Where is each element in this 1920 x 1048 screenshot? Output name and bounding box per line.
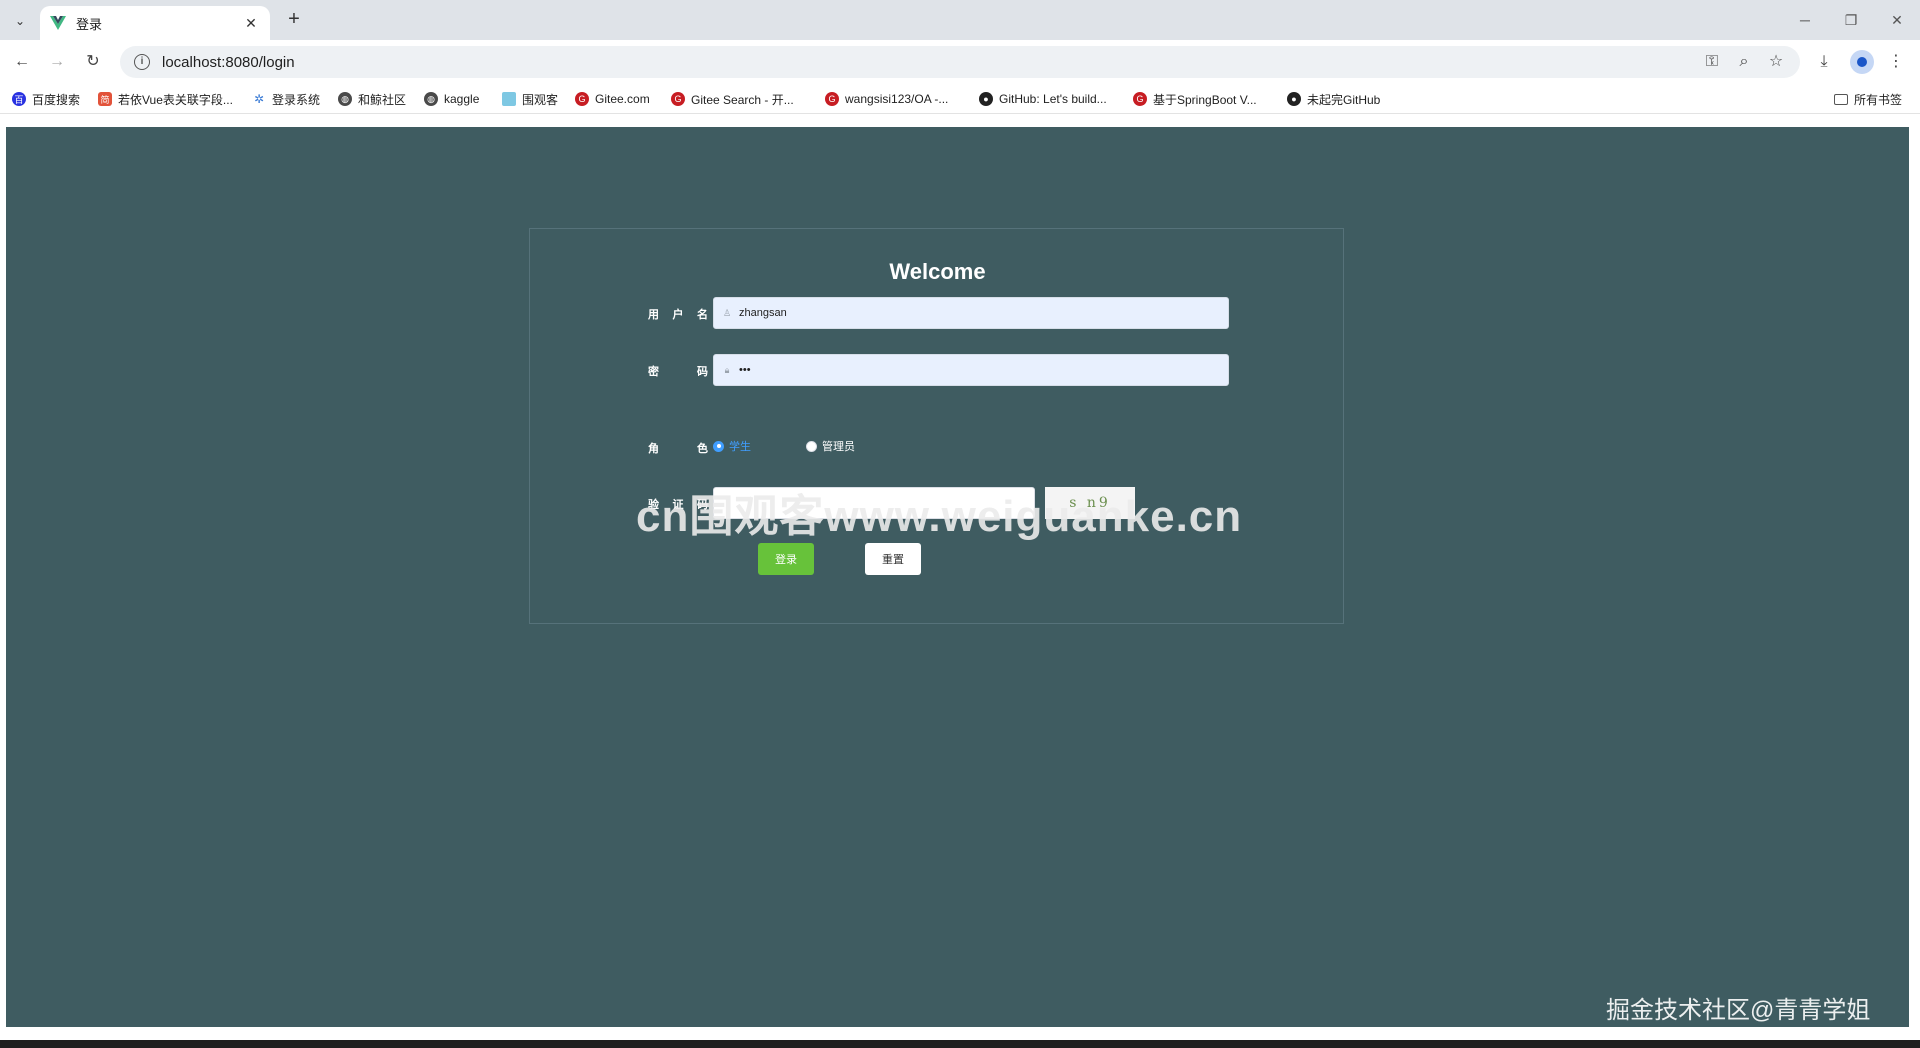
browser-toolbar: ← → ↻ i localhost:8080/login ⚿ ⌕ ☆ ⤓ ⋮ [0,40,1920,84]
role-radio-admin[interactable]: 管理员 [806,438,855,454]
globe-icon: ◍ [424,92,438,106]
login-card: Welcome 用户名 ♙ zhangsan 密码 🔒︎ ••• 角色 学生 管… [529,228,1344,624]
tab-strip: ⌄ 登录 ✕ + ─ ❐ ✕ [0,0,1920,40]
zoom-icon[interactable]: ⌕ [1732,50,1756,74]
bookmark-item[interactable]: ◍ 和鲸社区 [338,90,406,108]
login-icon: ✲ [253,92,265,106]
page-title: Welcome [889,259,986,284]
watermark-corner: 掘金技术社区@青青学姐 [1606,997,1871,1024]
tab-search-icon[interactable]: ⌄ [8,9,32,33]
github-icon: ● [979,92,993,106]
github-icon: ● [1287,92,1301,106]
bookmark-item[interactable]: ◍ kaggle [424,90,479,108]
bookmark-item[interactable]: 简若依Vue表关联字段... [98,90,233,108]
bookmark-star-icon[interactable]: ☆ [1764,50,1788,74]
role-radio-student[interactable]: 学生 [713,438,751,454]
bookmark-item[interactable]: G Gitee.com [575,90,650,108]
tab-title: 登录 [76,16,103,32]
restore-icon[interactable]: ❐ [1836,8,1866,32]
password-input[interactable]: 🔒︎ ••• [713,354,1229,386]
bookmark-item[interactable]: G Gitee Search - 开... [671,90,794,108]
bookmark-item[interactable]: ✲ 登录系统 [252,90,320,108]
active-tab[interactable]: 登录 ✕ [40,6,270,40]
bookmark-item[interactable]: ● 未起完GitHub [1287,90,1380,108]
reload-icon[interactable]: ↻ [81,50,105,74]
user-icon: ♙ [722,307,732,318]
tab-close-icon[interactable]: ✕ [242,15,260,32]
globe-icon: ◍ [338,92,352,106]
minimize-icon[interactable]: ─ [1790,8,1820,32]
baidu-icon: 百 [12,92,26,106]
bookmark-item[interactable]: Gwangsisi123/OA -... [825,90,948,108]
login-button[interactable]: 登录 [758,543,814,575]
radio-dot [713,440,724,452]
ruoyi-icon: 简 [98,92,112,106]
profile-avatar[interactable] [1850,50,1874,74]
gitee-icon: G [825,92,839,106]
weiguan-icon [502,92,516,106]
login-page: Welcome 用户名 ♙ zhangsan 密码 🔒︎ ••• 角色 学生 管… [6,127,1909,1027]
forward-icon[interactable]: → [45,50,69,74]
all-bookmarks[interactable]: 所有书签 [1834,90,1902,108]
username-label: 用户名 [648,309,708,321]
window-close-icon[interactable]: ✕ [1882,8,1912,32]
watermark-center: cn围观客www.weiguanke.cn [636,492,1243,541]
gitee-icon: G [671,92,685,106]
bookmark-item[interactable]: 百百度搜索 [12,90,80,108]
url-text: localhost:8080/login [162,53,295,71]
folder-icon [1834,93,1848,105]
password-key-icon[interactable]: ⚿ [1700,50,1724,74]
bookmark-item[interactable]: ● GitHub: Let's build... [979,90,1107,108]
bookmark-item[interactable]: G 基于SpringBoot V... [1133,90,1257,108]
download-icon[interactable]: ⤓ [1812,50,1836,74]
site-info-icon[interactable]: i [134,54,150,70]
vue-icon [50,15,66,31]
lock-icon: 🔒︎ [724,364,730,375]
gitee-icon: G [1133,92,1147,106]
bookmarks-bar: 百百度搜索 简若依Vue表关联字段... ✲ 登录系统 ◍ 和鲸社区 ◍ kaggle… [0,84,1920,114]
gitee-icon: G [575,92,589,106]
radio-dot [806,440,817,452]
address-bar[interactable]: i localhost:8080/login [120,46,1800,78]
back-icon[interactable]: ← [10,50,34,74]
bookmark-item[interactable]: 围观客 [502,90,558,108]
taskbar [0,1040,1920,1048]
new-tab-icon[interactable]: + [282,8,306,32]
password-label: 密码 [648,366,708,378]
menu-icon[interactable]: ⋮ [1884,50,1908,74]
role-label: 角色 [648,443,708,455]
reset-button[interactable]: 重置 [865,543,921,575]
username-input[interactable]: ♙ zhangsan [713,297,1229,329]
